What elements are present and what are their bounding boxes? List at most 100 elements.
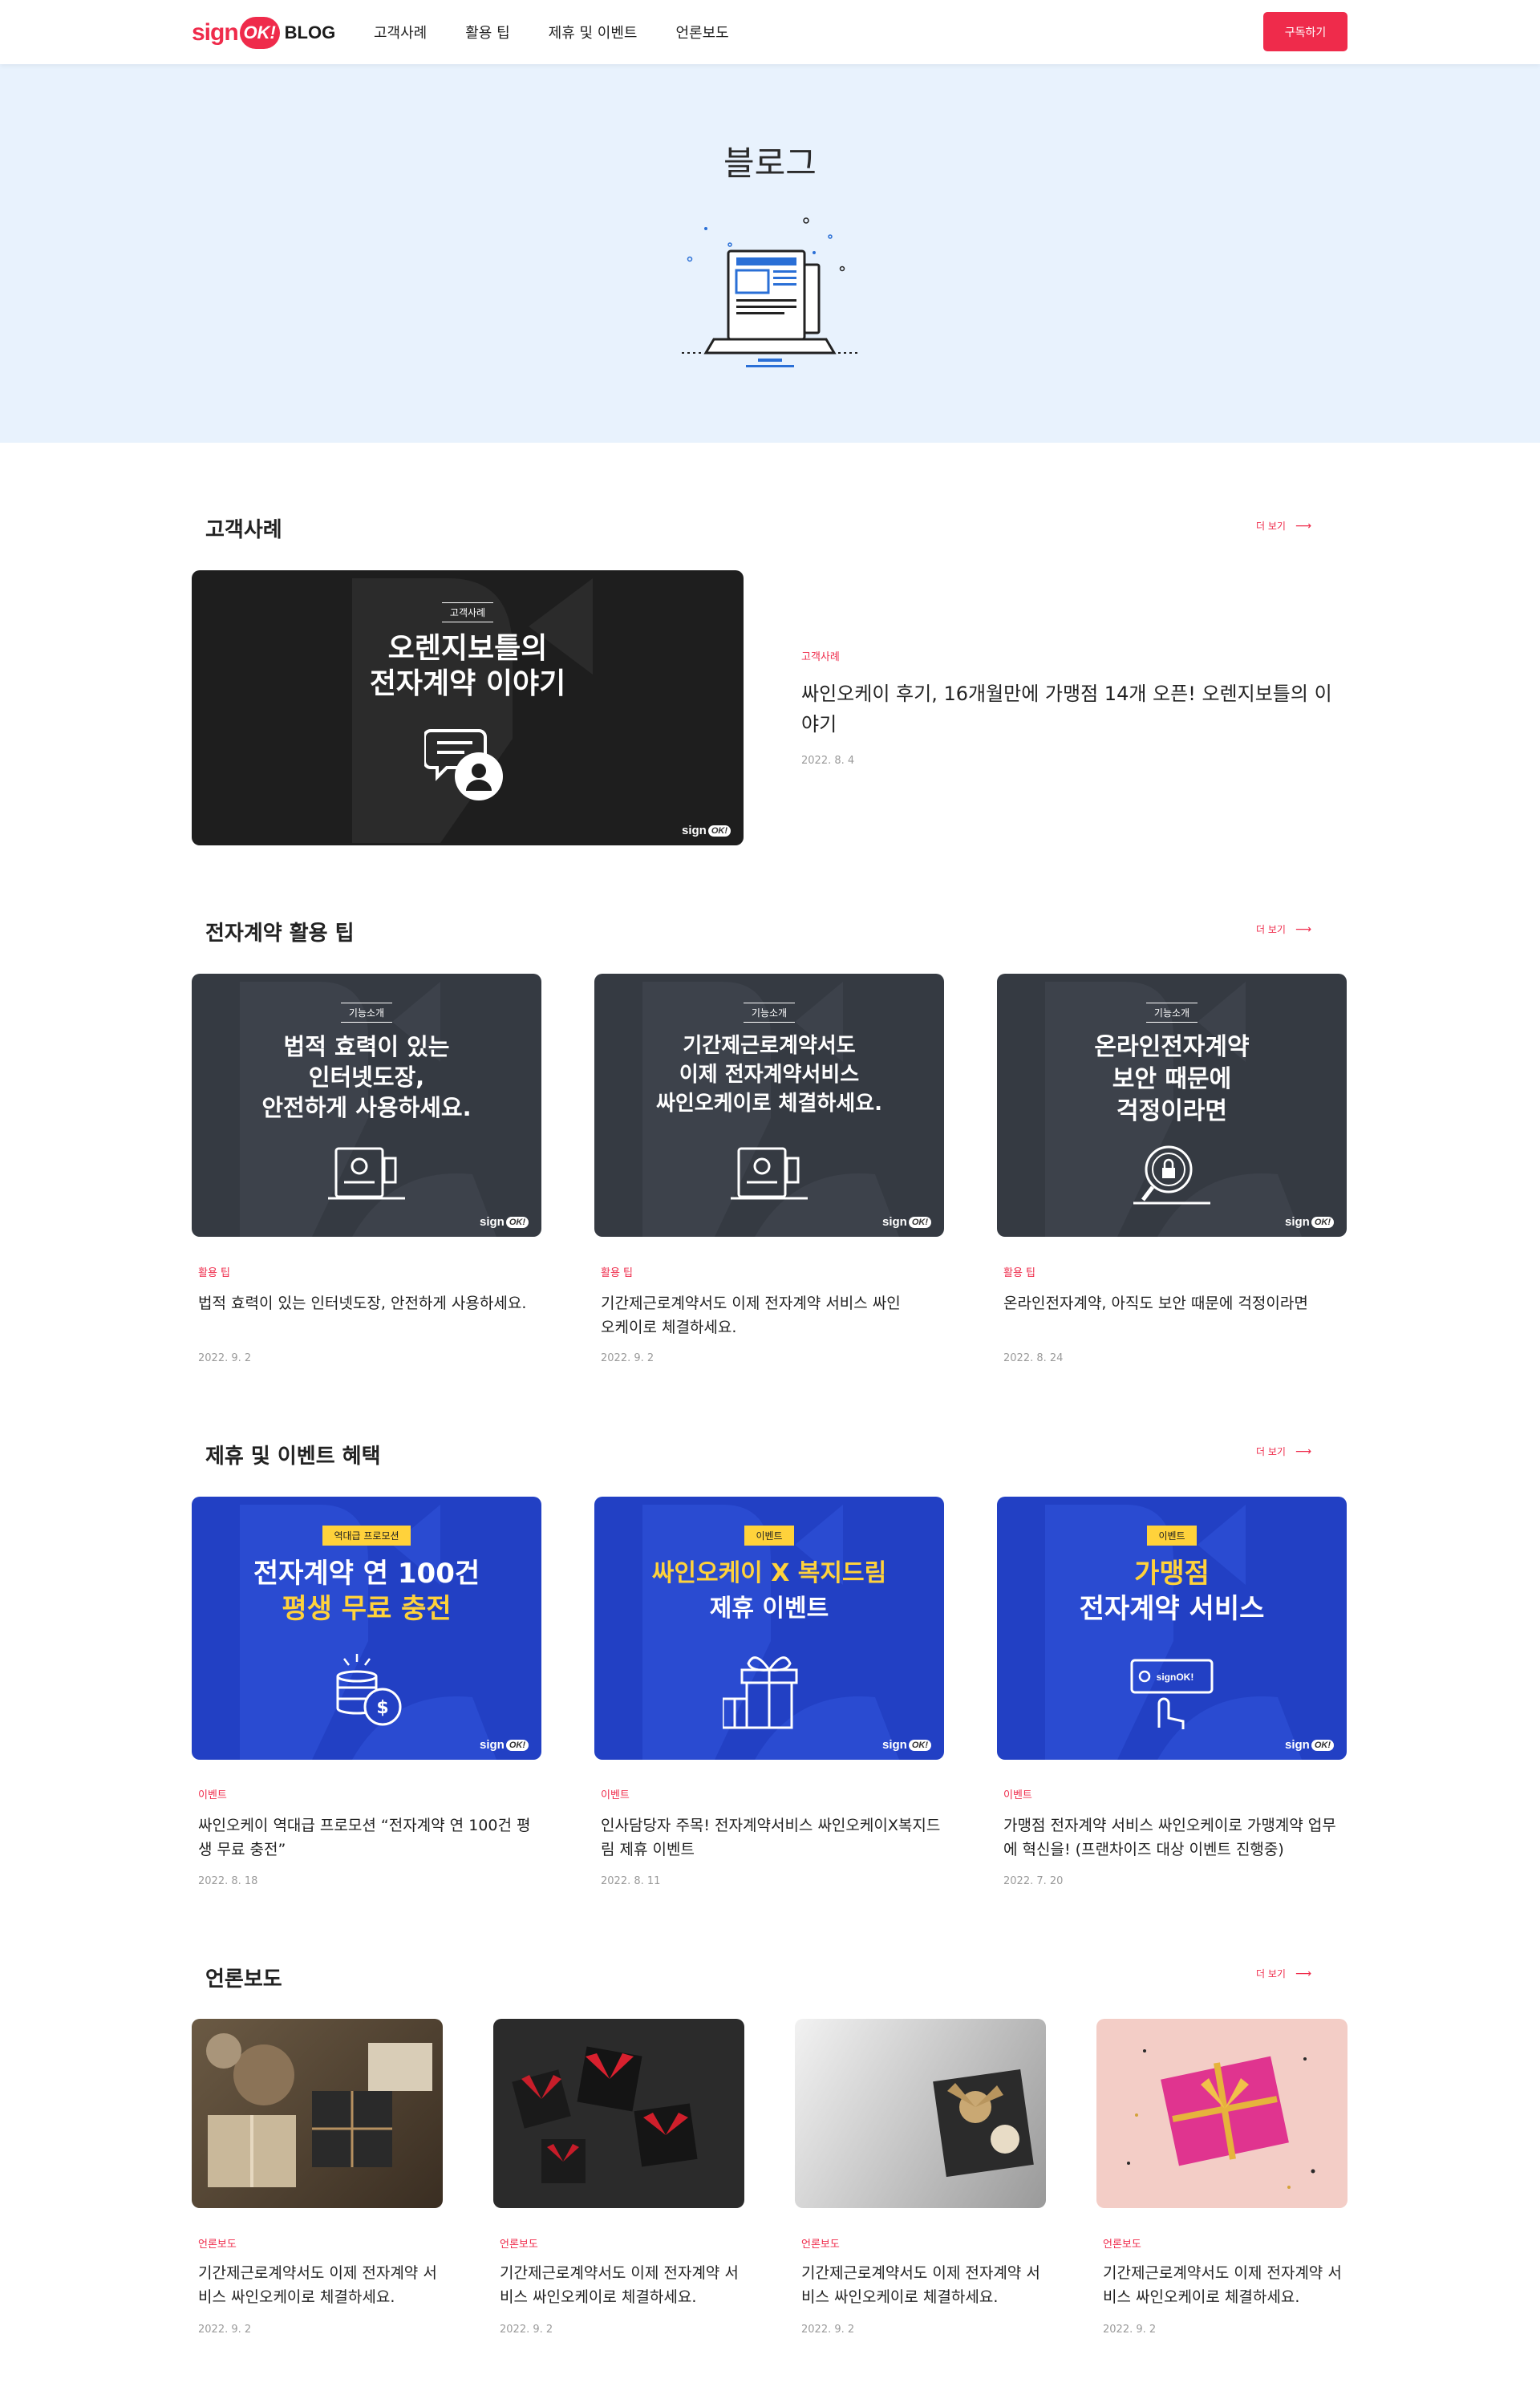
watermark-sign: sign xyxy=(881,1215,907,1229)
thumb-badge-text: 역대급 프로모션 xyxy=(322,1526,411,1546)
press-category: 언론보도 xyxy=(801,2239,840,2251)
watermark-ok: OK! xyxy=(1311,1216,1334,1228)
thumb-line: 제휴 이벤트 xyxy=(709,1595,829,1623)
thumb-line: 온라인전자계약 xyxy=(1094,1033,1250,1061)
card-tap-icon: signOK! xyxy=(1130,1659,1214,1729)
hero-banner: 블로그 xyxy=(0,64,1540,443)
watermark-ok: OK! xyxy=(908,1739,931,1751)
arrow-right-icon: ⟶ xyxy=(1295,922,1312,936)
stamp-document-icon xyxy=(328,1147,405,1200)
case-category: 고객사례 xyxy=(801,651,840,663)
thumb-badge-text: 기능소개 xyxy=(1145,1003,1198,1023)
thumb-line: 걱정이라면 xyxy=(1116,1097,1227,1125)
watermark-ok: OK! xyxy=(908,1216,931,1228)
sign-ok-watermark: sign OK! xyxy=(882,1215,931,1229)
thumb-line: 전자계약 연 100건 xyxy=(253,1558,480,1590)
site-logo[interactable]: sign OK! BLOG xyxy=(192,14,335,51)
thumb-line: 인터넷도장, xyxy=(308,1064,425,1091)
laptop-icon xyxy=(682,217,858,367)
gift-photo xyxy=(206,2033,432,2187)
press-title[interactable]: 기간제근로계약서도 이제 전자계약 서비스 싸인오케이로 체결하세요. xyxy=(198,2261,439,2309)
press-category: 언론보도 xyxy=(500,2239,538,2251)
watermark-sign: sign xyxy=(881,1738,907,1752)
arrow-right-icon: ⟶ xyxy=(1295,519,1312,533)
thumbnail-badge: 역대급 프로모션 xyxy=(192,1526,541,1546)
thumbnail-headline: 가맹점 전자계약 서비스 xyxy=(997,1556,1347,1627)
more-link-tips[interactable]: 더 보기 ⟶ xyxy=(1256,922,1311,936)
tip-thumbnail[interactable]: 기능소개 법적 효력이 있는 인터넷도장, 안전하게 사용하세요. sign OK… xyxy=(192,974,541,1237)
nav-link-cases[interactable]: 고객사례 xyxy=(374,22,427,43)
svg-text:signOK!: signOK! xyxy=(1157,1672,1194,1683)
sign-ok-watermark: sign OK! xyxy=(480,1215,529,1229)
event-thumbnail[interactable]: 이벤트 가맹점 전자계약 서비스 signOK! sign OK! xyxy=(997,1497,1347,1760)
chat-bubble-icon xyxy=(424,729,503,800)
watermark-sign: sign xyxy=(681,824,707,837)
thumb-line: 기간제근로계약서도 xyxy=(683,1034,856,1058)
event-title[interactable]: 가맹점 전자계약 서비스 싸인오케이로 가맹계약 업무에 혁신을! (프랜차이즈… xyxy=(1003,1813,1348,1862)
thumbnail-badge: 고객사례 xyxy=(192,602,744,622)
case-title[interactable]: 싸인오케이 후기, 16개월만에 가맹점 14개 오픈! 오렌지보틀의 이야기 xyxy=(801,679,1347,740)
page-title: 블로그 xyxy=(723,144,817,183)
event-date: 2022. 7. 20 xyxy=(1003,1875,1064,1887)
tip-title[interactable]: 온라인전자계약, 아직도 보안 때문에 걱정이라면 xyxy=(1003,1291,1340,1315)
logo-blog-text: BLOG xyxy=(284,22,336,43)
watermark-ok: OK! xyxy=(707,825,731,837)
tip-date: 2022. 9. 2 xyxy=(198,1352,252,1364)
nav-link-tips[interactable]: 활용 팁 xyxy=(465,22,509,43)
svg-text:$: $ xyxy=(376,1698,388,1718)
thumb-line: 전자계약 이야기 xyxy=(369,667,566,700)
top-nav: sign OK! BLOG 고객사례 활용 팁 제휴 및 이벤트 언론보도 구독… xyxy=(0,0,1540,64)
tip-category: 활용 팁 xyxy=(1003,1267,1036,1279)
section-title-events: 제휴 및 이벤트 혜택 xyxy=(205,1445,381,1469)
press-title[interactable]: 기간제근로계약서도 이제 전자계약 서비스 싸인오케이로 체결하세요. xyxy=(1103,2261,1343,2309)
thumbnail-badge: 기능소개 xyxy=(192,1003,541,1023)
more-link-cases[interactable]: 더 보기 ⟶ xyxy=(1256,519,1311,533)
tip-thumbnail[interactable]: 기능소개 온라인전자계약 보안 때문에 걱정이라면 sign OK! xyxy=(997,974,1347,1237)
tip-title[interactable]: 법적 효력이 있는 인터넷도장, 안전하게 사용하세요. xyxy=(198,1291,535,1315)
sign-ok-watermark: sign OK! xyxy=(682,824,731,837)
case-thumbnail[interactable]: 고객사례 오렌지보틀의 전자계약 이야기 sign OK! xyxy=(192,570,744,845)
nav-menu: 고객사례 활용 팁 제휴 및 이벤트 언론보도 xyxy=(374,0,768,64)
watermark-sign: sign xyxy=(1284,1738,1310,1752)
more-link-events[interactable]: 더 보기 ⟶ xyxy=(1256,1445,1311,1458)
thumbnail-headline: 기간제근로계약서도 이제 전자계약서비스 싸인오케이로 체결하세요. xyxy=(594,1031,944,1118)
press-date: 2022. 9. 2 xyxy=(500,2324,553,2336)
thumb-line: 오렌지보틀의 xyxy=(387,632,548,665)
tip-title[interactable]: 기간제근로계약서도 이제 전자계약 서비스 싸인오케이로 체결하세요. xyxy=(601,1291,914,1339)
thumbnail-headline: 오렌지보틀의 전자계약 이야기 xyxy=(192,631,744,702)
coin-stack-icon: $ xyxy=(336,1654,402,1726)
press-thumbnail[interactable] xyxy=(192,2019,443,2208)
thumb-badge-text: 기능소개 xyxy=(743,1003,796,1023)
event-thumbnail[interactable]: 역대급 프로모션 전자계약 연 100건 평생 무료 충전 $ sign OK! xyxy=(192,1497,541,1760)
press-category: 언론보도 xyxy=(1103,2239,1141,2251)
thumbnail-headline: 싸인오케이 X 복지드림 제휴 이벤트 xyxy=(594,1556,944,1627)
thumb-line: 전자계약 서비스 xyxy=(1079,1593,1265,1625)
tip-thumbnail[interactable]: 기능소개 기간제근로계약서도 이제 전자계약서비스 싸인오케이로 체결하세요. … xyxy=(594,974,944,1237)
press-thumbnail[interactable] xyxy=(795,2019,1046,2208)
event-title[interactable]: 싸인오케이 역대급 프로모션 “전자계약 연 100건 평생 무료 충전” xyxy=(198,1813,535,1862)
more-label: 더 보기 xyxy=(1256,924,1286,935)
arrow-right-icon: ⟶ xyxy=(1295,1967,1312,1980)
thumbnail-headline: 전자계약 연 100건 평생 무료 충전 xyxy=(192,1556,541,1627)
press-title[interactable]: 기간제근로계약서도 이제 전자계약 서비스 싸인오케이로 체결하세요. xyxy=(500,2261,740,2309)
nav-link-events[interactable]: 제휴 및 이벤트 xyxy=(549,22,638,43)
section-title-cases: 고객사례 xyxy=(205,518,282,542)
press-title[interactable]: 기간제근로계약서도 이제 전자계약 서비스 싸인오케이로 체결하세요. xyxy=(801,2261,1042,2309)
thumbnail-badge: 기능소개 xyxy=(997,1003,1347,1023)
thumbnail-badge: 이벤트 xyxy=(997,1526,1347,1546)
event-title[interactable]: 인사담당자 주목! 전자계약서비스 싸인오케이X복지드림 제휴 이벤트 xyxy=(601,1813,946,1862)
more-link-press[interactable]: 더 보기 ⟶ xyxy=(1256,1967,1311,1980)
arrow-right-icon: ⟶ xyxy=(1295,1445,1312,1458)
event-thumbnail[interactable]: 이벤트 싸인오케이 X 복지드림 제휴 이벤트 sign OK! xyxy=(594,1497,944,1760)
press-thumbnail[interactable] xyxy=(1096,2019,1348,2208)
subscribe-button[interactable]: 구독하기 xyxy=(1263,12,1348,51)
nav-link-press[interactable]: 언론보도 xyxy=(675,22,728,43)
more-label: 더 보기 xyxy=(1256,1446,1286,1457)
tip-category: 활용 팁 xyxy=(198,1267,231,1279)
thumb-line: 싸인오케이로 체결하세요. xyxy=(655,1092,883,1116)
thumbnail-badge: 기능소개 xyxy=(594,1003,944,1023)
tip-category: 활용 팁 xyxy=(601,1267,634,1279)
sign-ok-watermark: sign OK! xyxy=(1285,1738,1334,1752)
press-thumbnail[interactable] xyxy=(493,2019,744,2208)
sign-ok-watermark: sign OK! xyxy=(1285,1215,1334,1229)
